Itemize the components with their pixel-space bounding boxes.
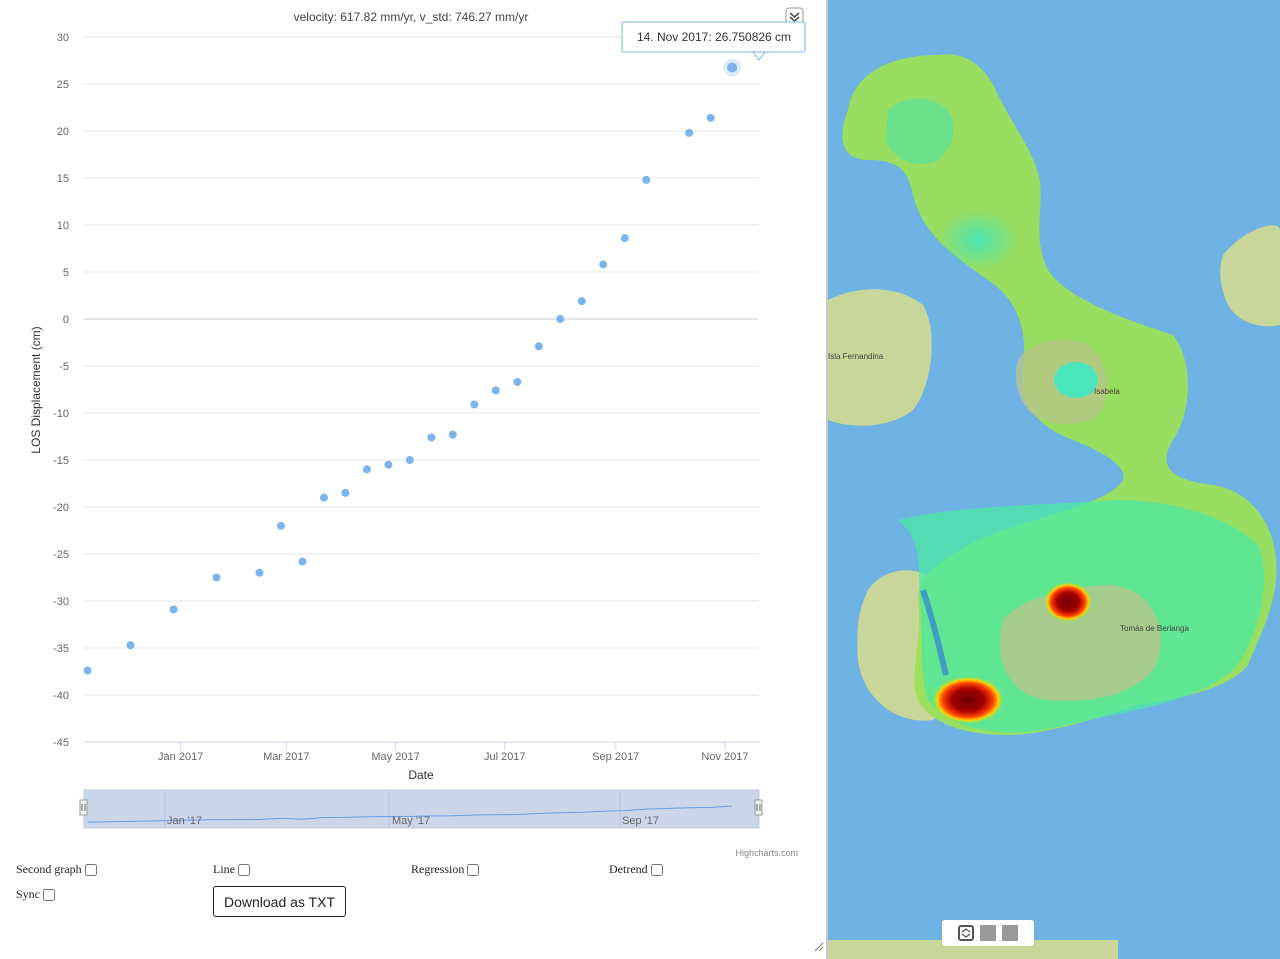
navigator-tick-label: May '17 — [392, 815, 430, 827]
detrend-option[interactable]: Detrend — [609, 862, 663, 877]
uplift-hotspot — [1044, 582, 1092, 622]
data-point — [341, 488, 350, 497]
detrend-label: Detrend — [609, 862, 648, 876]
line-checkbox[interactable] — [238, 863, 250, 876]
tooltip: 14. Nov 2017: 26.750826 cm — [621, 21, 806, 61]
x-axis-ticks: Jan 2017 Mar 2017 May 2017 Jul 2017 Sep 2017… — [84, 741, 759, 763]
data-point — [685, 128, 694, 137]
tooltip-pointer — [752, 51, 766, 61]
download-txt-button[interactable]: Download as TXT — [213, 886, 346, 917]
map-label-isabela: Isabela — [1094, 387, 1120, 396]
second-graph-checkbox[interactable] — [84, 863, 97, 876]
expand-icon[interactable] — [958, 925, 974, 941]
y-tick-label: 0 — [63, 314, 69, 326]
y-tick-label: 25 — [57, 79, 69, 91]
data-point — [534, 342, 543, 351]
tooltip-text: 14. Nov 2017: 26.750826 cm — [637, 30, 791, 44]
map-view[interactable]: Isla Fernandina Isabela Tomás de Berlang… — [828, 0, 1280, 959]
data-point — [513, 377, 522, 386]
detrend-checkbox[interactable] — [650, 863, 663, 876]
data-point — [362, 465, 371, 474]
navigator-tick-label: Sep '17 — [622, 815, 659, 827]
data-point — [470, 400, 479, 409]
regression-option[interactable]: Regression — [411, 862, 480, 877]
deformation-north — [886, 98, 954, 164]
data-point — [169, 605, 178, 614]
data-point — [276, 521, 285, 530]
map-controls — [942, 920, 1034, 946]
data-series — [83, 58, 742, 675]
x-tick-label: Jan 2017 — [158, 751, 203, 763]
uplift-hotspot — [932, 676, 1004, 724]
data-point — [642, 175, 651, 184]
data-point — [448, 430, 457, 439]
sync-option[interactable]: Sync — [16, 887, 55, 902]
chart-grid — [84, 36, 759, 743]
data-point — [577, 297, 586, 306]
second-graph-label: Second graph — [16, 862, 82, 876]
data-point — [427, 433, 436, 442]
y-tick-label: 20 — [57, 126, 69, 138]
navigator-left-handle[interactable] — [79, 799, 88, 816]
data-point — [556, 315, 565, 323]
y-tick-label: -35 — [53, 643, 69, 655]
y-tick-label: 5 — [63, 267, 69, 279]
navigator-tick-label: Jan '17 — [167, 815, 202, 827]
time-series-chart: velocity: 617.82 mm/yr, v_std: 746.27 mm… — [29, 7, 806, 858]
y-axis-title: LOS Displacement (cm) — [29, 326, 43, 453]
data-point — [384, 460, 393, 469]
data-point — [212, 573, 221, 582]
y-tick-label: 30 — [57, 32, 69, 44]
line-option[interactable]: Line — [213, 862, 250, 877]
highcharts-credits[interactable]: Highcharts.com — [735, 848, 798, 858]
data-point — [298, 557, 307, 566]
y-tick-label: -5 — [59, 361, 69, 373]
map-label-tomas-de-berlanga: Tomás de Berlanga — [1120, 624, 1189, 633]
x-tick-label: Mar 2017 — [263, 751, 309, 763]
data-point — [405, 456, 414, 464]
y-tick-label: -40 — [53, 690, 69, 702]
y-axis-ticks: 30 25 20 15 10 5 0 -5 -10 -15 -20 -25 -30 -35 -40 -45 — [53, 32, 69, 749]
layer-toggle-button[interactable] — [980, 925, 996, 941]
x-tick-label: Nov 2017 — [701, 751, 748, 763]
x-tick-label: Jul 2017 — [484, 751, 526, 763]
y-tick-label: -25 — [53, 549, 69, 561]
map-label-fernandina: Isla Fernandina — [828, 352, 884, 361]
data-point — [599, 260, 608, 269]
data-point — [83, 666, 92, 675]
sync-label: Sync — [16, 887, 40, 901]
data-point — [126, 641, 135, 650]
navigator-right-handle[interactable] — [754, 799, 763, 816]
y-tick-label: -15 — [53, 455, 69, 467]
second-graph-option[interactable]: Second graph — [16, 862, 97, 877]
x-tick-label: May 2017 — [371, 751, 419, 763]
data-point — [319, 493, 328, 502]
chart-panel: velocity: 617.82 mm/yr, v_std: 746.27 mm… — [0, 0, 826, 959]
y-tick-label: -30 — [53, 596, 69, 608]
y-tick-label: -45 — [53, 737, 69, 749]
x-tick-label: Sep 2017 — [592, 751, 639, 763]
island-east — [1220, 225, 1280, 327]
y-tick-label: -20 — [53, 502, 69, 514]
layer-toggle-button-2[interactable] — [1002, 925, 1018, 941]
data-point — [491, 386, 500, 395]
chart-title: velocity: 617.82 mm/yr, v_std: 746.27 mm… — [294, 10, 529, 24]
map-canvas[interactable]: Isla Fernandina Isabela Tomás de Berlang… — [828, 0, 1280, 959]
deformation-center — [938, 210, 1018, 270]
sync-checkbox[interactable] — [43, 888, 55, 901]
resize-handle-icon[interactable] — [814, 942, 824, 952]
y-tick-label: 15 — [57, 173, 69, 185]
data-point — [255, 568, 264, 577]
y-tick-label: 10 — [57, 220, 69, 232]
x-axis-title: Date — [408, 768, 434, 782]
data-point — [727, 62, 738, 73]
regression-label: Regression — [411, 862, 465, 876]
data-point — [620, 234, 629, 243]
regression-checkbox[interactable] — [467, 863, 480, 876]
line-label: Line — [213, 862, 235, 876]
data-point — [706, 113, 715, 122]
caldera-spot — [1054, 362, 1098, 398]
y-tick-label: -10 — [53, 408, 69, 420]
navigator[interactable]: Jan '17 May '17 Sep '17 — [79, 789, 763, 829]
